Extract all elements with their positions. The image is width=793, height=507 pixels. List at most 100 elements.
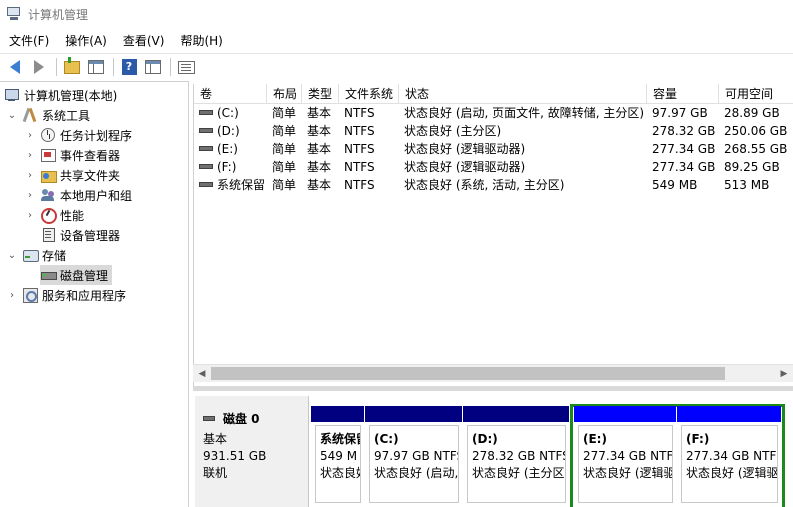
chevron-right-icon[interactable]: › <box>24 189 36 201</box>
partition-e[interactable]: (E:) 277.34 GB NTF 状态良好 (逻辑驱 <box>574 406 676 506</box>
tree-item-event-viewer[interactable]: › 事件查看器 <box>24 145 120 165</box>
column-header-status[interactable]: 状态 <box>399 84 647 104</box>
tree-item-shared-folders[interactable]: › 共享文件夹 <box>24 165 120 185</box>
scroll-left-icon[interactable]: ◀ <box>193 365 211 382</box>
partition-body: 系统保留 549 M 状态良好 <box>315 425 361 503</box>
partition-name: (E:) <box>583 432 607 446</box>
table-row[interactable]: (C:) 简单 基本 NTFS 状态良好 (启动, 页面文件, 故障转储, 主分… <box>194 104 793 122</box>
chevron-down-icon[interactable]: ⌄ <box>6 109 18 121</box>
tree-item-services-applications[interactable]: › 服务和应用程序 <box>6 285 126 305</box>
forward-button[interactable] <box>28 56 50 78</box>
help-icon: ? <box>121 59 137 75</box>
cell-capacity: 97.97 GB <box>652 106 708 120</box>
cell-status: 状态良好 (系统, 活动, 主分区) <box>404 178 565 192</box>
toolbar-separator <box>170 58 171 76</box>
chevron-right-icon[interactable]: › <box>24 149 36 161</box>
volume-name: (C:) <box>217 106 239 120</box>
tree-item-disk-management[interactable]: 磁盘管理 <box>40 265 113 285</box>
cell-free-space: 28.89 GB <box>724 106 780 120</box>
properties-button[interactable] <box>175 56 197 78</box>
tree-item-label: 计算机管理(本地) <box>24 88 118 103</box>
partition-c[interactable]: (C:) 97.97 GB NTFS 状态良好 (启动, <box>365 406 462 506</box>
cell-status: 状态良好 (逻辑驱动器) <box>404 160 526 174</box>
toolbar: ? <box>0 53 793 80</box>
cell-layout: 简单 <box>272 160 297 174</box>
title-bar: 计算机管理 <box>0 0 793 28</box>
cell-free-space: 89.25 GB <box>724 160 780 174</box>
cell-capacity: 277.34 GB <box>652 142 716 156</box>
cell-filesystem: NTFS <box>344 106 375 120</box>
chevron-right-icon[interactable]: › <box>24 129 36 141</box>
column-header-layout[interactable]: 布局 <box>267 84 302 104</box>
column-header-volume[interactable]: 卷 <box>194 84 267 104</box>
cell-type: 基本 <box>307 160 332 174</box>
partition-body: (F:) 277.34 GB NTFS 状态良好 (逻辑驱 <box>681 425 778 503</box>
cell-layout: 简单 <box>272 106 297 120</box>
column-header-free-space[interactable]: 可用空间 <box>719 84 793 104</box>
cell-capacity: 278.32 GB <box>652 124 716 138</box>
tree-item-label: 共享文件夹 <box>60 168 121 183</box>
partition-f[interactable]: (F:) 277.34 GB NTFS 状态良好 (逻辑驱 <box>677 406 781 506</box>
cell-type: 基本 <box>307 124 332 138</box>
partition-d[interactable]: (D:) 278.32 GB NTFS 状态良好 (主分区 <box>463 406 569 506</box>
tree-item-label: 系统工具 <box>42 108 91 123</box>
show-hide-console-tree-button[interactable] <box>85 56 107 78</box>
horizontal-scrollbar[interactable]: ◀ ▶ <box>193 364 793 382</box>
tree-item-label: 事件查看器 <box>60 148 121 163</box>
scroll-right-icon[interactable]: ▶ <box>775 365 793 382</box>
table-row[interactable]: 系统保留 简单 基本 NTFS 状态良好 (系统, 活动, 主分区) 549 M… <box>194 176 793 194</box>
help-button[interactable]: ? <box>118 56 140 78</box>
table-row[interactable]: (D:) 简单 基本 NTFS 状态良好 (主分区) 278.32 GB 250… <box>194 122 793 140</box>
menu-action[interactable]: 操作(A) <box>57 30 115 52</box>
tree-item-system-tools[interactable]: ⌄ 系统工具 <box>6 105 90 125</box>
disk-icon <box>203 416 215 421</box>
cell-filesystem: NTFS <box>344 160 375 174</box>
disk-0-label[interactable]: 磁盘 0 基本 931.51 GB 联机 <box>195 396 309 507</box>
back-button[interactable] <box>4 56 26 78</box>
menu-file[interactable]: 文件(F) <box>0 30 57 52</box>
services-icon <box>22 287 38 303</box>
partition-body: (D:) 278.32 GB NTFS 状态良好 (主分区 <box>467 425 566 503</box>
toolbar-separator <box>113 58 114 76</box>
toolbar-separator <box>56 58 57 76</box>
partition-name: 系统保留 <box>320 432 360 446</box>
show-hide-action-pane-button[interactable] <box>142 56 164 78</box>
chevron-down-icon[interactable]: ⌄ <box>6 249 18 261</box>
users-icon <box>40 187 56 203</box>
column-header-capacity[interactable]: 容量 <box>647 84 719 104</box>
tree-item-computer-management[interactable]: 计算机管理(本地) <box>4 85 117 105</box>
volume-icon <box>199 164 213 169</box>
up-one-level-button[interactable] <box>61 56 83 78</box>
tree-item-label: 性能 <box>60 208 85 223</box>
cell-filesystem: NTFS <box>344 142 375 156</box>
tree-item-performance[interactable]: › 性能 <box>24 205 84 225</box>
volume-name: (D:) <box>217 124 240 138</box>
partition-bar <box>365 406 462 422</box>
clock-icon <box>40 127 56 143</box>
cell-status: 状态良好 (逻辑驱动器) <box>404 142 526 156</box>
menu-view[interactable]: 查看(V) <box>115 30 173 52</box>
chevron-right-icon[interactable]: › <box>6 289 18 301</box>
partition-system-reserved[interactable]: 系统保留 549 M 状态良好 <box>311 406 364 506</box>
cell-free-space: 268.55 GB <box>724 142 788 156</box>
menu-bar: 文件(F) 操作(A) 查看(V) 帮助(H) <box>0 30 793 52</box>
chevron-right-icon[interactable]: › <box>24 169 36 181</box>
up-folder-icon <box>64 56 80 74</box>
table-row[interactable]: (F:) 简单 基本 NTFS 状态良好 (逻辑驱动器) 277.34 GB 8… <box>194 158 793 176</box>
disk-icon <box>40 267 57 283</box>
partition-status: 状态良好 (主分区 <box>472 466 565 480</box>
table-row[interactable]: (E:) 简单 基本 NTFS 状态良好 (逻辑驱动器) 277.34 GB 2… <box>194 140 793 158</box>
tree-item-local-users-groups[interactable]: › 本地用户和组 <box>24 185 132 205</box>
cell-filesystem: NTFS <box>344 178 375 192</box>
partition-name: (C:) <box>374 432 399 446</box>
scrollbar-thumb[interactable] <box>211 367 725 380</box>
tree-item-task-scheduler[interactable]: › 任务计划程序 <box>24 125 132 145</box>
tree-item-device-manager[interactable]: 设备管理器 <box>40 225 120 245</box>
tree-item-storage[interactable]: ⌄ 存储 <box>6 245 66 265</box>
chevron-right-icon[interactable]: › <box>24 209 36 221</box>
column-header-type[interactable]: 类型 <box>302 84 339 104</box>
disk-title: 磁盘 0 <box>203 410 308 427</box>
menu-help[interactable]: 帮助(H) <box>172 30 230 52</box>
column-header-filesystem[interactable]: 文件系统 <box>339 84 399 104</box>
cell-layout: 简单 <box>272 124 297 138</box>
